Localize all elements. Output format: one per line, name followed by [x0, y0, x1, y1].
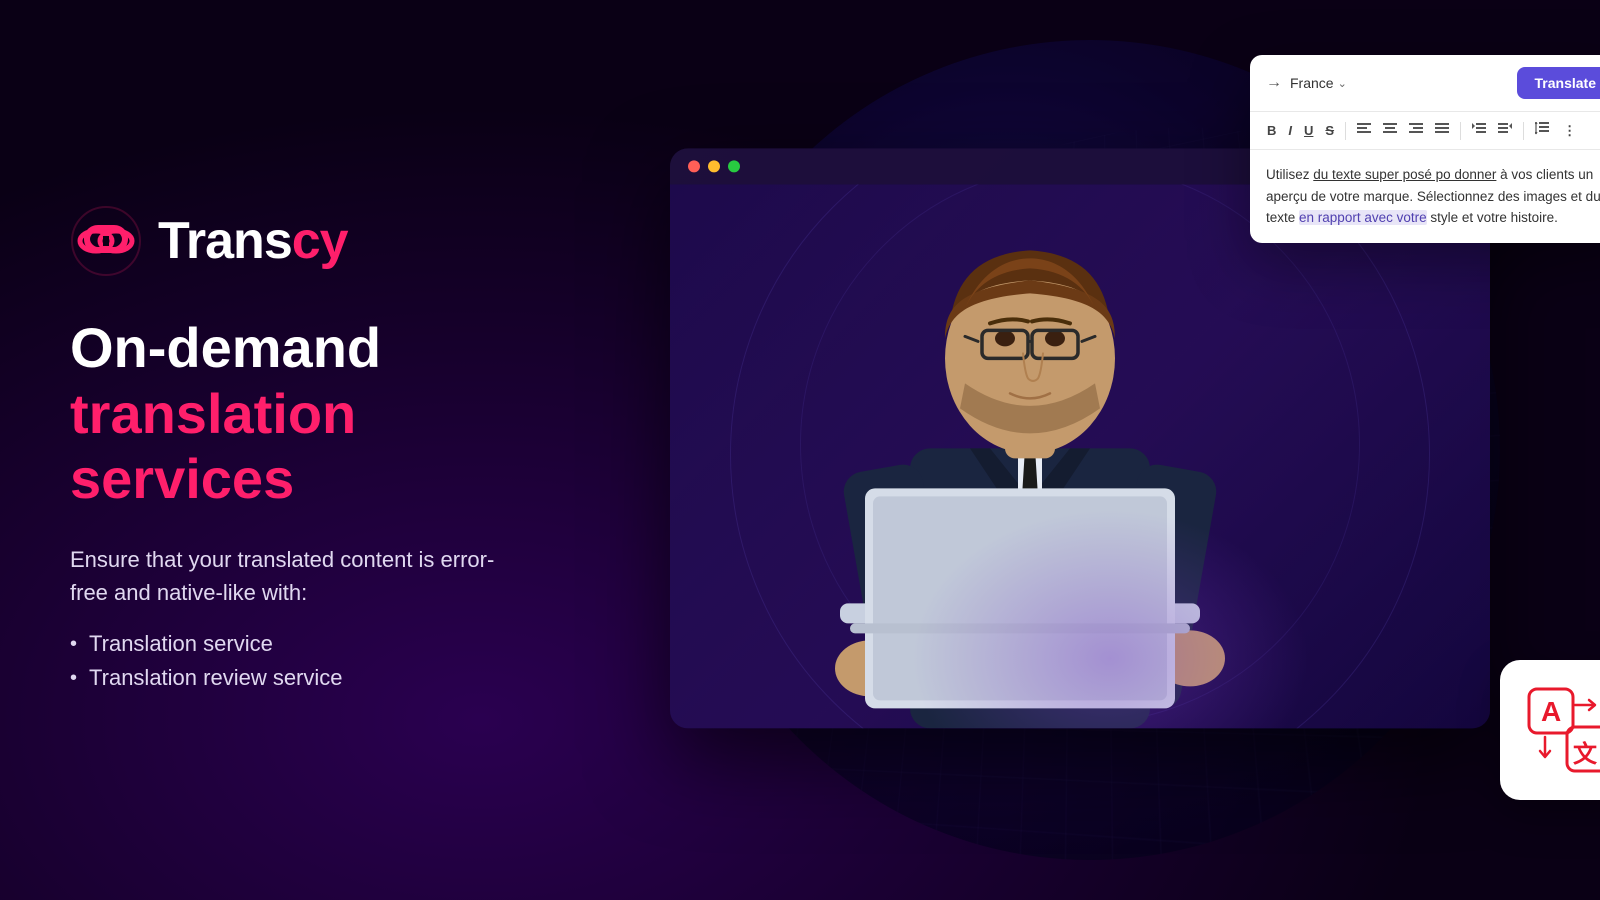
justify-button[interactable]: [1432, 121, 1452, 140]
list-item: Translation service: [70, 627, 570, 661]
content-prefix: Utilisez: [1266, 167, 1313, 182]
formatting-toolbar: B I U S: [1250, 112, 1600, 150]
italic-button[interactable]: I: [1285, 121, 1295, 140]
underline-button[interactable]: U: [1301, 121, 1316, 140]
translate-button[interactable]: Translate: [1517, 67, 1600, 99]
headline-line1: On-demand: [70, 317, 570, 379]
content-underlined-text: du texte super posé po donner: [1313, 167, 1496, 182]
content-suffix: style et votre histoire.: [1427, 210, 1558, 225]
language-selector[interactable]: France ⌄: [1290, 75, 1509, 91]
description-text: Ensure that your translated content is e…: [70, 543, 570, 609]
more-options-button[interactable]: ⋮: [1560, 121, 1579, 141]
logo-prefix: Trans: [158, 212, 292, 270]
left-panel: Transcy On-demand translation services E…: [0, 205, 640, 695]
logo-suffix: cy: [292, 212, 348, 270]
card-content: Utilisez du texte super posé po donner à…: [1250, 150, 1600, 243]
window-dot-maximize: [728, 160, 740, 172]
svg-text:文: 文: [1573, 740, 1598, 768]
language-name: France: [1290, 75, 1334, 91]
logo-icon: [70, 205, 142, 277]
translation-icon-card: A 文: [1500, 660, 1600, 800]
features-list: Translation service Translation review s…: [70, 627, 570, 695]
translation-editor-card: → France ⌄ Translate B I U S: [1250, 55, 1600, 243]
toolbar-divider-1: [1345, 122, 1346, 140]
align-center-button[interactable]: [1380, 121, 1400, 140]
align-right-button[interactable]: [1406, 121, 1426, 140]
list-item: Translation review service: [70, 661, 570, 695]
chevron-down-icon: ⌄: [1338, 77, 1347, 90]
toolbar-divider-3: [1523, 122, 1524, 140]
logo-row: Transcy: [70, 205, 570, 277]
window-dot-minimize: [708, 160, 720, 172]
indent-right-button[interactable]: [1495, 121, 1515, 140]
person-area: HOME: [670, 184, 1490, 728]
content-wrapper: Transcy On-demand translation services E…: [0, 0, 1600, 900]
line-height-button[interactable]: [1532, 120, 1554, 141]
logo-text: Transcy: [158, 211, 348, 271]
person-illustration: [710, 208, 1350, 728]
align-left-button[interactable]: [1354, 121, 1374, 140]
strikethrough-button[interactable]: S: [1322, 121, 1337, 140]
svg-text:A: A: [1541, 696, 1561, 727]
right-panel: HOME → France ⌄ Translate B I U S: [640, 0, 1600, 900]
translate-icon: A 文: [1525, 685, 1600, 775]
toolbar-divider-2: [1460, 122, 1461, 140]
indent-left-button[interactable]: [1469, 121, 1489, 140]
window-dot-close: [688, 160, 700, 172]
card-header: → France ⌄ Translate: [1250, 55, 1600, 112]
headline-line2: translation services: [70, 382, 570, 511]
content-highlighted-text: en rapport avec votre: [1299, 210, 1427, 225]
arrow-icon: →: [1266, 74, 1282, 92]
bold-button[interactable]: B: [1264, 121, 1279, 140]
